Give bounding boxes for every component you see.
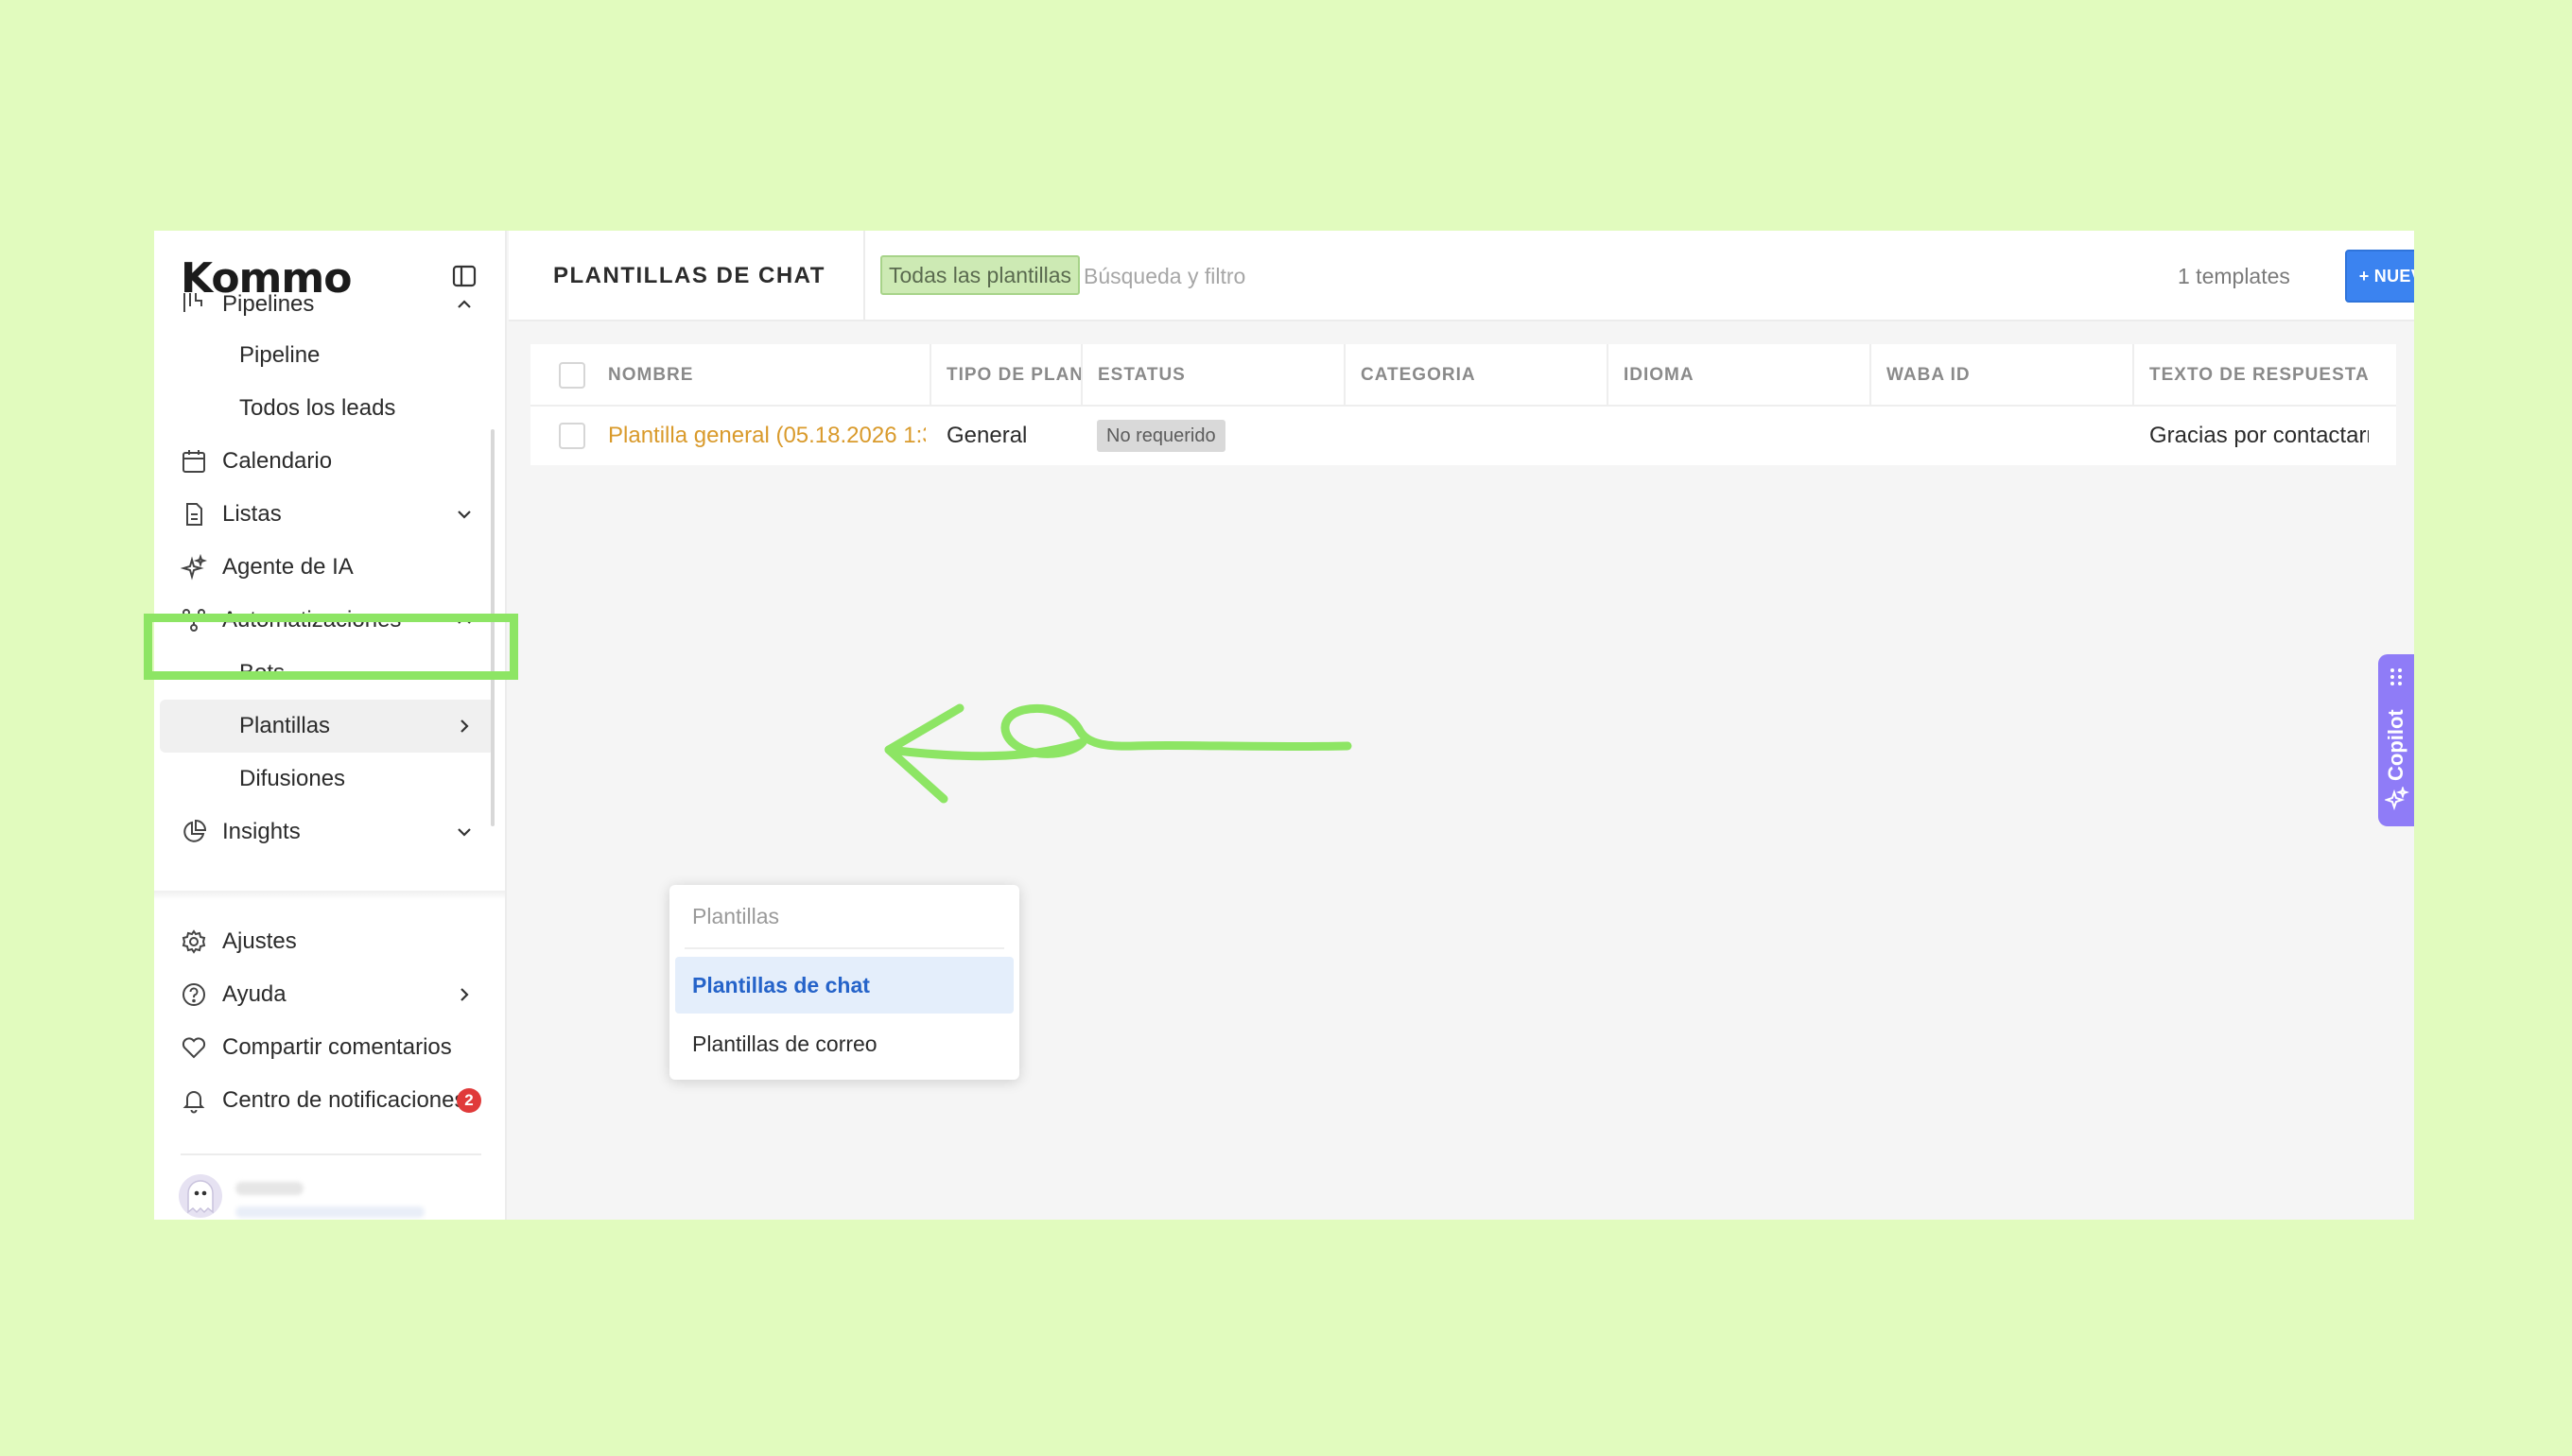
sidebar-item-agente-de-ia[interactable]: Agente de IA	[154, 541, 505, 594]
select-all-checkbox[interactable]	[559, 362, 585, 389]
page-title: PLANTILLAS DE CHAT	[553, 263, 825, 288]
copilot-label: Copilot	[2384, 709, 2407, 781]
sidebar: Kommo Pipelines Pipeline Todos los leads…	[154, 231, 507, 1220]
dropdown-item-plantillas-de-correo[interactable]: Plantillas de correo	[675, 1015, 1014, 1072]
calendar-icon	[182, 450, 205, 473]
search-input[interactable]: Búsqueda y filtro	[1084, 231, 1245, 321]
dropdown-item-plantillas-de-chat[interactable]: Plantillas de chat	[675, 957, 1014, 1014]
sparkles-icon	[181, 554, 207, 581]
dropdown-separator	[685, 947, 1004, 949]
chevron-up-icon[interactable]	[453, 293, 476, 316]
sidebar-item-compartir-comentarios[interactable]: Compartir comentarios	[154, 1021, 505, 1074]
user-email-blurred	[235, 1206, 425, 1218]
sparkles-icon	[2385, 787, 2409, 811]
column-header-waba-id[interactable]: WABA ID	[1871, 344, 2132, 407]
sidebar-item-label: Ajustes	[222, 928, 297, 954]
sidebar-subitem-label: Difusiones	[239, 766, 346, 791]
sidebar-item-ayuda[interactable]: Ayuda	[154, 968, 505, 1021]
sidebar-item-pipelines[interactable]: Pipelines	[154, 278, 505, 331]
status-badge: No requerido	[1097, 420, 1225, 452]
document-icon	[186, 503, 202, 526]
new-template-button[interactable]: + NUEVA PLANTILLA	[2345, 250, 2414, 303]
sidebar-item-calendario[interactable]: Calendario	[154, 435, 505, 488]
sidebar-subitem-label: Todos los leads	[239, 395, 396, 421]
response-text: Gracias por contactarnos	[2149, 423, 2369, 448]
column-header-estatus[interactable]: ESTATUS	[1083, 344, 1344, 407]
pie-chart-icon	[183, 819, 207, 842]
sidebar-subitem-label: Pipeline	[239, 342, 321, 368]
column-header-categoria[interactable]: CATEGORIA	[1346, 344, 1607, 407]
bell-icon	[182, 1091, 205, 1114]
title-divider	[863, 231, 865, 321]
topbar: PLANTILLAS DE CHAT Todas las plantillas …	[509, 231, 2414, 321]
sidebar-item-insights[interactable]: Insights	[154, 806, 505, 858]
arrow-annotation-icon	[884, 703, 1352, 804]
sidebar-item-centro-de-notificaciones[interactable]: Centro de notificaciones 2	[154, 1074, 505, 1127]
sidebar-item-label: Insights	[222, 819, 301, 844]
dropdown-item-label: Plantillas de chat	[692, 973, 870, 997]
plantillas-dropdown: Plantillas Plantillas de chat Plantillas…	[669, 885, 1019, 1080]
sidebar-divider	[154, 891, 505, 900]
column-header-tipo[interactable]: TIPO DE PLANTILLA	[931, 344, 1081, 407]
template-type: General	[947, 423, 1028, 448]
column-header-idioma[interactable]: IDIOMA	[1608, 344, 1869, 407]
chevron-down-icon[interactable]	[453, 821, 476, 843]
help-circle-icon	[182, 983, 205, 1006]
sidebar-subitem-difusiones[interactable]: Difusiones	[160, 753, 495, 806]
dropdown-item-label: Plantillas de correo	[692, 1031, 878, 1056]
chevron-down-icon[interactable]	[453, 503, 476, 526]
ghost-avatar-icon	[187, 1180, 214, 1214]
sidebar-item-label: Compartir comentarios	[222, 1034, 452, 1060]
row-checkbox[interactable]	[559, 423, 585, 449]
dropdown-header: Plantillas	[692, 904, 780, 928]
sidebar-item-label: Ayuda	[222, 981, 287, 1007]
sidebar-item-label: Pipelines	[222, 291, 315, 317]
table-header: NOMBRE TIPO DE PLANTILLA ESTATUS CATEGOR…	[530, 344, 2396, 407]
templates-table: NOMBRE TIPO DE PLANTILLA ESTATUS CATEGOR…	[530, 344, 2396, 465]
heart-icon	[182, 1037, 206, 1059]
sidebar-subitem-label: Plantillas	[239, 713, 331, 738]
user-name-blurred	[235, 1182, 304, 1195]
column-header-nombre[interactable]: NOMBRE	[593, 344, 930, 407]
sidebar-item-label: Agente de IA	[222, 554, 354, 580]
sidebar-item-label: Calendario	[222, 448, 333, 474]
sidebar-item-listas[interactable]: Listas	[154, 488, 505, 541]
highlight-annotation-box	[144, 614, 518, 680]
sidebar-subitem-plantillas[interactable]: Plantillas	[160, 700, 495, 753]
user-avatar[interactable]	[179, 1174, 222, 1218]
chevron-right-icon[interactable]	[453, 983, 476, 1006]
filter-chip-todas-las-plantillas[interactable]: Todas las plantillas	[880, 255, 1081, 295]
sidebar-item-label: Centro de notificaciones	[222, 1087, 466, 1113]
chevron-right-icon	[461, 719, 469, 733]
sidebar-item-ajustes[interactable]: Ajustes	[154, 915, 505, 968]
gear-icon	[182, 929, 206, 954]
column-header-texto-de-respuesta[interactable]: TEXTO DE RESPUESTA	[2134, 344, 2396, 407]
sidebar-subitem-todos-los-leads[interactable]: Todos los leads	[160, 382, 495, 435]
template-name-link[interactable]: Plantilla general (05.18.2026 1:3	[608, 407, 926, 465]
sidebar-item-label: Listas	[222, 501, 282, 527]
sidebar-subitem-pipeline[interactable]: Pipeline	[160, 329, 495, 382]
sidebar-footer-divider	[181, 1153, 481, 1155]
pipelines-icon	[183, 293, 202, 312]
templates-count: 1 templates	[2178, 264, 2290, 288]
notification-count-badge: 2	[457, 1088, 481, 1113]
